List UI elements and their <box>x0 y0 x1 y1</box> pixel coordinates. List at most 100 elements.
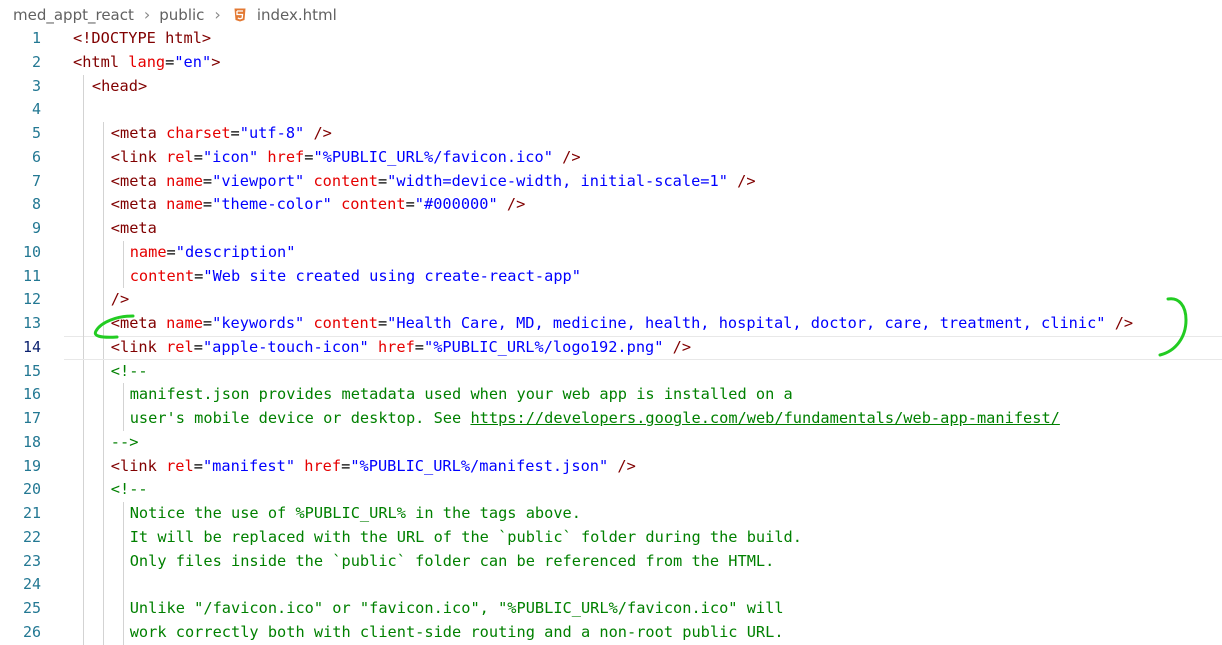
code-token: <!-- <box>110 480 148 499</box>
breadcrumb-folder-root[interactable]: med_appt_react <box>13 6 134 24</box>
code-token: /> <box>562 147 581 166</box>
code-token: rel <box>166 147 194 166</box>
line-number: 1 <box>31 29 41 47</box>
line-number: 22 <box>22 527 41 546</box>
indent-guide <box>83 98 84 122</box>
code-line[interactable]: 22 It will be replaced with the URL of th… <box>0 525 1222 550</box>
indent-guide <box>103 122 104 146</box>
code-token: > <box>211 52 221 71</box>
code-token: href <box>267 147 305 166</box>
code-token: Only files inside the `public` folder ca… <box>129 551 775 570</box>
code-line[interactable]: 21 Notice the use of %PUBLIC_URL% in the … <box>0 502 1222 526</box>
code-line[interactable]: 20 <!-- <box>0 478 1222 502</box>
code-text: /> <box>111 288 129 312</box>
code-line[interactable]: 7 <meta name="viewport" content="width=de… <box>0 169 1222 194</box>
code-token: --> <box>110 432 139 451</box>
code-text: <head> <box>92 75 147 99</box>
line-number: 13 <box>22 314 41 332</box>
code-token: "keywords" <box>212 314 305 332</box>
code-line[interactable]: 23 Only files inside the `public` folder … <box>0 549 1222 574</box>
code-token: Unlike "/favicon.ico" or "favicon.ico", … <box>129 599 784 617</box>
indent-guide <box>103 478 104 502</box>
code-line[interactable]: 13 <meta name="keywords" content="Health … <box>0 312 1222 336</box>
code-token: <meta <box>110 314 157 332</box>
code-line[interactable]: 9 <meta <box>0 217 1222 241</box>
indent-guide <box>103 145 104 170</box>
line-number: 3 <box>31 76 41 95</box>
indent-guide <box>83 359 84 384</box>
indent-guide <box>123 407 124 431</box>
indent-guide <box>83 288 84 312</box>
line-number: 23 <box>22 551 41 570</box>
breadcrumb-file[interactable]: index.html <box>257 6 337 24</box>
code-line[interactable]: 14 <link rel="apple-touch-icon" href="%PU… <box>0 335 1222 360</box>
indent-guide <box>103 407 104 431</box>
indent-guide <box>83 335 84 360</box>
code-line[interactable]: 5 <meta charset="utf-8" /> <box>0 122 1222 146</box>
indent-guide <box>83 169 84 194</box>
code-line[interactable]: 4 <box>0 98 1222 122</box>
indent-guide <box>83 407 84 431</box>
code-token[interactable]: https://developers.google.com/web/fundam… <box>470 409 1059 427</box>
code-line[interactable]: 25 Unlike "/favicon.ico" or "favicon.ico"… <box>0 597 1222 621</box>
code-line[interactable]: 24 <box>0 573 1222 597</box>
code-token: Notice the use of %PUBLIC_URL% in the ta… <box>129 504 581 522</box>
code-token: = <box>193 456 203 475</box>
code-text: It will be replaced with the URL of the … <box>130 526 802 550</box>
code-line[interactable]: 11 content="Web site created using create… <box>0 264 1222 289</box>
code-text: --> <box>111 431 139 455</box>
line-number: 21 <box>22 504 41 522</box>
line-number: 15 <box>22 361 41 380</box>
code-token: "icon" <box>202 147 259 166</box>
code-line[interactable]: 8 <meta name="theme-color" content="#0000… <box>0 193 1222 217</box>
code-token: name <box>166 171 203 190</box>
indent-guide <box>123 597 124 621</box>
code-line[interactable]: 18 --> <box>0 430 1222 455</box>
code-token: href <box>304 456 342 475</box>
code-line[interactable]: 1 <!DOCTYPE html> <box>0 27 1222 51</box>
breadcrumb-folder-public[interactable]: public <box>159 6 204 24</box>
code-token: "width=device-width, initial-scale=1" <box>387 171 728 190</box>
code-editor[interactable]: 1 <!DOCTYPE html> 2 <html lang="en"> 3 <head>… <box>0 27 1222 645</box>
code-line[interactable]: 3 <head> <box>0 74 1222 99</box>
code-token: "%PUBLIC_URL%/manifest.json" <box>350 456 609 475</box>
line-number: 10 <box>22 242 41 261</box>
code-line[interactable]: 2 <html lang="en"> <box>0 51 1222 75</box>
code-token: work correctly both with client-side rou… <box>129 622 784 641</box>
indent-guide <box>83 264 84 289</box>
code-token: /> <box>737 171 756 190</box>
code-line[interactable]: 10 name="description" <box>0 240 1222 265</box>
line-number: 6 <box>31 147 41 166</box>
code-line[interactable]: 26 work correctly both with client-side r… <box>0 620 1222 645</box>
code-token: = <box>202 195 213 214</box>
indent-guide <box>83 549 84 574</box>
code-line[interactable]: 6 <link rel="icon" href="%PUBLIC_URL%/fav… <box>0 145 1222 170</box>
code-text: <meta charset="utf-8" /> <box>111 122 332 146</box>
indent-guide <box>83 454 84 479</box>
line-number: 16 <box>22 385 41 404</box>
indent-guide <box>123 240 124 265</box>
code-token: <meta <box>110 219 157 237</box>
code-line[interactable]: 12 /> <box>0 288 1222 312</box>
indent-guide <box>103 525 104 550</box>
indent-guide <box>103 573 104 597</box>
indent-guide <box>83 193 84 217</box>
indent-guide <box>83 502 84 526</box>
line-number: 5 <box>31 124 41 142</box>
line-number: 19 <box>22 456 41 475</box>
code-text: Only files inside the `public` folder ca… <box>130 550 775 574</box>
code-line[interactable]: 16 manifest.json provides metadata used w… <box>0 383 1222 407</box>
code-token: charset <box>166 124 231 142</box>
code-line[interactable]: 15 <!-- <box>0 359 1222 384</box>
code-line[interactable]: 17 user's mobile device or desktop. See h… <box>0 407 1222 431</box>
indent-guide <box>123 383 124 407</box>
code-token: "apple-touch-icon" <box>202 337 369 356</box>
code-token: /> <box>1114 314 1134 332</box>
code-token: user's mobile device or desktop. See <box>129 409 471 427</box>
code-token: <!-- <box>110 361 148 380</box>
code-token: = <box>377 171 388 190</box>
code-line[interactable]: 19 <link rel="manifest" href="%PUBLIC_URL… <box>0 454 1222 479</box>
